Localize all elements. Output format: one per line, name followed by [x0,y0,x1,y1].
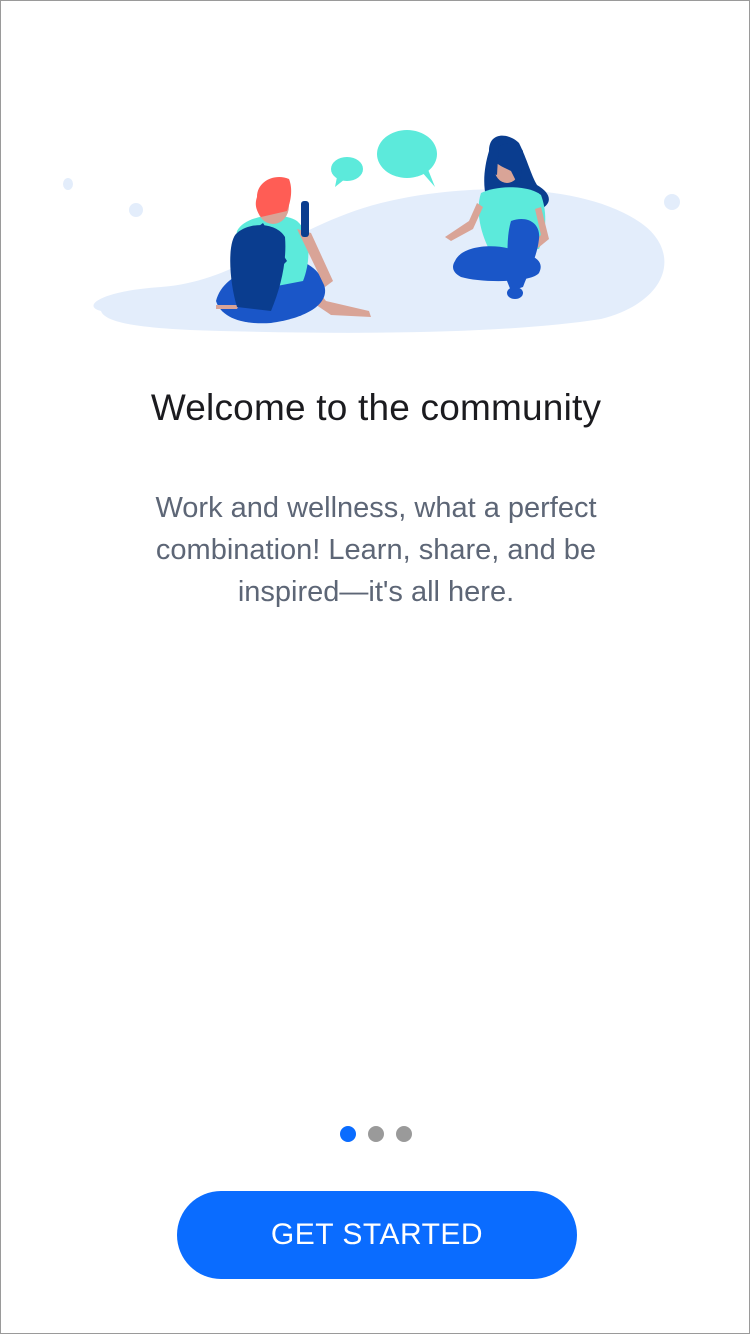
page-title: Welcome to the community [150,387,602,428]
onboarding-screen: Welcome to the community Work and wellne… [0,0,750,1334]
page-dot-1[interactable] [340,1126,356,1142]
page-dot-2[interactable] [368,1126,384,1142]
page-dot-3[interactable] [396,1126,412,1142]
get-started-button[interactable]: GET STARTED [177,1191,577,1279]
page-indicator [1,1126,750,1142]
speech-bubble-icon [331,130,437,187]
community-illustration [63,130,680,333]
page-subtitle: Work and wellness, what a perfect combin… [155,492,597,608]
